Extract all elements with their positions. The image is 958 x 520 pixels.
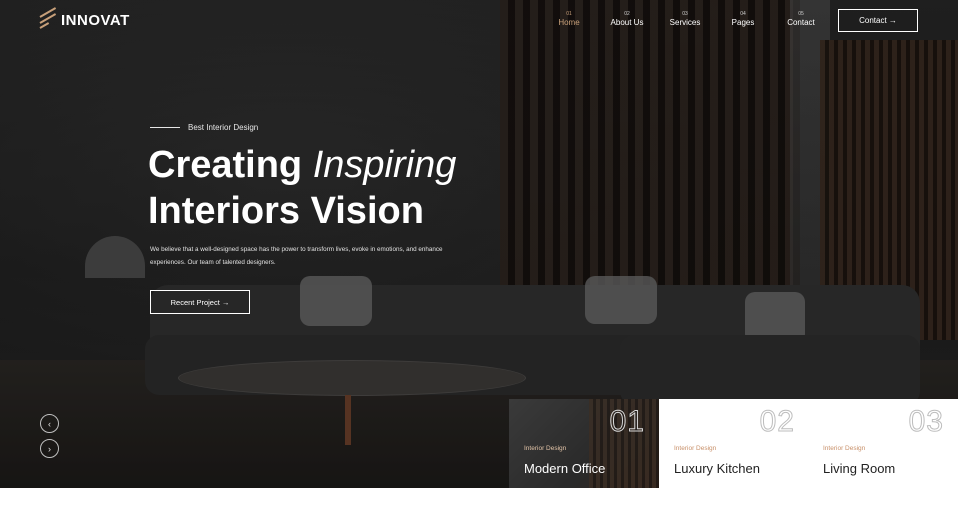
card-subtitle: Interior Design [674,445,717,452]
card-title: Living Room [823,461,896,476]
next-slide-icon[interactable]: › [40,439,59,458]
nav-number: 01 [566,11,572,17]
card-subtitle: Interior Design [823,445,866,452]
recent-project-button[interactable]: Recent Project → [150,290,250,314]
eyebrow-text: Best Interior Design [188,123,259,132]
nav-number: 04 [740,11,746,17]
nav-item-contact[interactable]: 05 Contact [772,11,830,27]
logo-text: INNOVAT [61,12,130,29]
nav-label: Services [669,18,701,27]
card-number: 01 [609,405,645,439]
nav-item-about-us[interactable]: 02 About Us [598,11,656,27]
nav-label: Home [558,18,580,27]
nav-item-pages[interactable]: 04 Pages [714,11,772,27]
project-card-living-room[interactable]: 03 Interior Design Living Room [808,399,958,488]
headline-italic: Inspiring [312,144,457,186]
nav-number: 03 [682,11,688,17]
headline-line2: Interiors Vision [148,190,424,232]
nav-number: 02 [624,11,630,17]
prev-slide-icon[interactable]: ‹ [40,414,59,433]
card-title: Luxury Kitchen [674,461,760,476]
hero-description: We believe that a well-designed space ha… [150,246,443,266]
nav-number: 05 [798,11,804,17]
project-card-modern-office[interactable]: 01 Interior Design Modern Office [509,399,659,488]
nav-item-services[interactable]: 03 Services [656,11,714,27]
main-nav: 01 Home 02 About Us 03 Services 04 Pages… [540,11,830,27]
nav-label: Contact [787,18,815,27]
nav-item-home[interactable]: 01 Home [540,11,598,27]
hero-headline: Creating Inspiring Interiors Vision [148,142,456,234]
card-title: Modern Office [524,461,606,476]
nav-label: About Us [610,18,644,27]
headline-bold: Creating [148,144,303,186]
project-card-luxury-kitchen[interactable]: 02 Interior Design Luxury Kitchen [659,399,809,488]
nav-label: Pages [731,18,755,27]
contact-button[interactable]: Contact → [838,9,918,32]
card-number: 02 [759,405,795,439]
eyebrow-divider [150,127,180,128]
card-subtitle: Interior Design [524,445,567,452]
logo-icon [39,6,57,29]
hero-eyebrow: Best Interior Design [150,123,258,132]
card-number: 03 [908,405,944,439]
logo[interactable]: INNOVAT [39,6,130,29]
